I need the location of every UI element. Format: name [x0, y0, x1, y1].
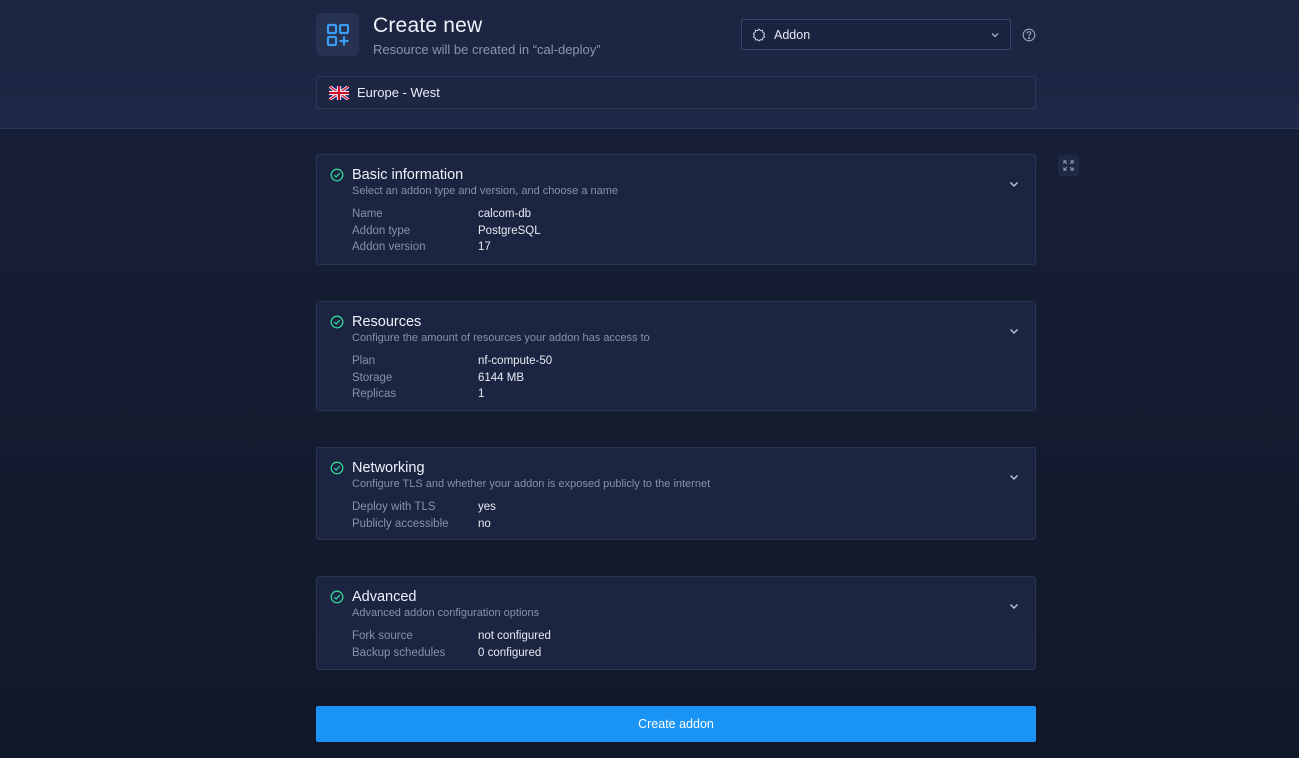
section-title: Networking — [352, 460, 425, 476]
summary-value: 6144 MB — [478, 371, 525, 384]
section-description: Configure TLS and whether your addon is … — [352, 478, 711, 490]
section-description: Select an addon type and version, and ch… — [352, 185, 619, 197]
summary-value: 0 configured — [478, 646, 542, 659]
summary-key: Storage — [352, 371, 393, 384]
summary-rows: Deploy with TLS yes Publicly accessible no — [352, 499, 496, 532]
section-basic-information[interactable]: Basic information Select an addon type a… — [316, 154, 1036, 265]
summary-key: Plan — [352, 355, 376, 367]
section-advanced[interactable]: Advanced Advanced addon configuration op… — [316, 576, 1036, 670]
check-circle-icon — [330, 168, 344, 182]
section-networking[interactable]: Networking Configure TLS and whether you… — [316, 447, 1036, 540]
summary-key: Replicas — [352, 388, 397, 400]
page-title: Create new — [373, 14, 483, 37]
summary-key: Addon type — [352, 224, 411, 237]
section-description: Advanced addon configuration options — [352, 607, 540, 619]
header-band — [0, 0, 1299, 129]
chevron-down-icon — [1009, 328, 1019, 335]
chevron-down-icon — [1009, 603, 1019, 610]
summary-value: yes — [478, 501, 496, 513]
summary-rows: Fork source not configured Backup schedul… — [352, 628, 551, 661]
create-addon-button[interactable]: Create addon — [316, 706, 1036, 742]
summary-row: Backup schedules 0 configured — [352, 645, 551, 662]
section-resources[interactable]: Resources Configure the amount of resour… — [316, 301, 1036, 411]
chevron-down-icon — [1009, 181, 1019, 188]
summary-value: 17 — [478, 241, 491, 253]
check-circle-icon — [330, 461, 344, 475]
section-title: Advanced — [352, 589, 417, 605]
summary-value: calcom-db — [478, 208, 532, 220]
summary-rows: Name calcom-db Addon type PostgreSQL Addon… — [352, 206, 541, 256]
check-circle-icon — [330, 315, 344, 329]
summary-row: Deploy with TLS yes — [352, 499, 496, 516]
summary-row: Addon type PostgreSQL — [352, 223, 541, 240]
summary-row: Fork source not configured — [352, 628, 551, 645]
summary-row: Publicly accessible no — [352, 516, 496, 533]
summary-value: 1 — [478, 388, 485, 400]
summary-row: Replicas 1 — [352, 386, 552, 403]
summary-value: PostgreSQL — [478, 224, 541, 237]
uk-flag-icon — [329, 85, 349, 100]
chevron-down-icon — [1009, 474, 1019, 481]
summary-row: Plan nf-compute-50 — [352, 353, 552, 370]
summary-row: Addon version 17 — [352, 239, 541, 256]
page-subtitle: Resource will be created in “cal-deploy” — [373, 42, 601, 57]
package-icon — [752, 27, 766, 42]
section-title: Resources — [352, 314, 422, 330]
summary-key: Fork source — [352, 630, 413, 642]
summary-value: no — [478, 517, 491, 530]
summary-key: Backup schedules — [352, 646, 446, 659]
help-icon[interactable] — [1022, 28, 1036, 42]
summary-value: nf-compute-50 — [478, 355, 553, 367]
summary-row: Name calcom-db — [352, 206, 541, 223]
summary-key: Publicly accessible — [352, 517, 449, 530]
add-grid-icon — [316, 13, 359, 56]
check-circle-icon — [330, 590, 344, 604]
summary-key: Name — [352, 208, 383, 220]
resource-type-value: Addon — [774, 27, 811, 42]
summary-key: Deploy with TLS — [352, 501, 436, 513]
region-label: Europe - West — [357, 85, 440, 100]
section-description: Configure the amount of resources your a… — [352, 332, 650, 344]
region-display: Europe - West — [316, 76, 1036, 109]
summary-row: Storage 6144 MB — [352, 370, 552, 387]
resource-type-select[interactable]: Addon — [741, 19, 1011, 50]
summary-rows: Plan nf-compute-50 Storage 6144 MB Replica… — [352, 353, 552, 403]
section-title: Basic information — [352, 167, 464, 183]
chevron-down-icon — [990, 30, 1000, 40]
expand-icon[interactable] — [1058, 155, 1079, 176]
summary-key: Addon version — [352, 241, 426, 253]
summary-value: not configured — [478, 630, 551, 642]
